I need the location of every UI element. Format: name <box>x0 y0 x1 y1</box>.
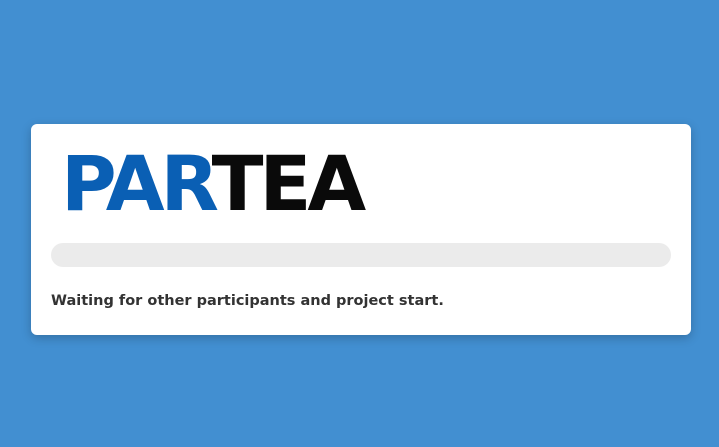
partea-logo: PARTEA <box>61 144 366 224</box>
logo-part-tea: TEA <box>211 139 367 228</box>
status-message: Waiting for other participants and proje… <box>51 293 444 309</box>
progress-bar <box>51 243 671 267</box>
logo-part-par: PAR <box>61 139 216 228</box>
status-card: PARTEA Waiting for other participants an… <box>31 124 691 335</box>
